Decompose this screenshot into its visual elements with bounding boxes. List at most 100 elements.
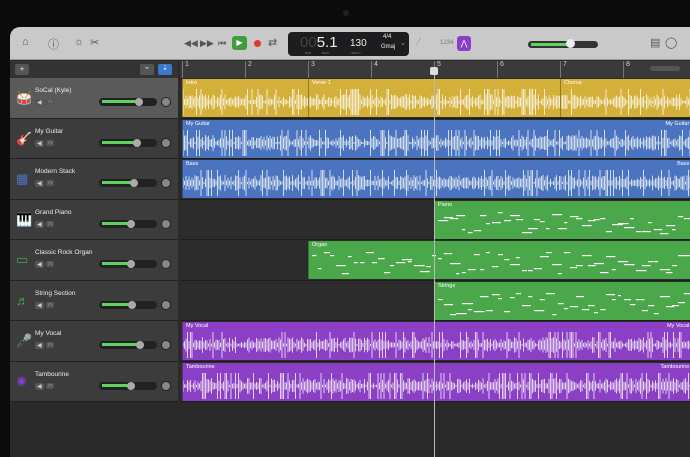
- headphones-solo-button[interactable]: ∩: [46, 99, 55, 105]
- region-label-end: Tambourine: [660, 363, 690, 370]
- region[interactable]: Intro: [182, 79, 308, 117]
- region[interactable]: Strings: [434, 281, 690, 320]
- track-name: Grand Piano: [35, 208, 72, 216]
- record-button[interactable]: [254, 40, 261, 47]
- waveform: [183, 332, 690, 358]
- tuner-button[interactable]: ⋀: [457, 36, 471, 51]
- track-header[interactable]: ▦ Modern Stack ◀ ∩: [10, 159, 178, 200]
- mute-button[interactable]: ◀: [35, 261, 44, 268]
- region[interactable]: Organ: [308, 241, 690, 279]
- region[interactable]: Piano: [434, 200, 690, 239]
- headphones-solo-button[interactable]: ∩: [46, 139, 55, 146]
- headphones-solo-button[interactable]: ∩: [46, 342, 55, 348]
- help-icon[interactable]: ⓘ: [48, 36, 59, 52]
- tambourine-icon: ✺: [16, 373, 27, 389]
- pan-knob[interactable]: [161, 340, 171, 350]
- track-header[interactable]: ▭ Classic Rock Organ ◀ ∩: [10, 240, 178, 281]
- track-lane: Tambourine Tambourine: [180, 361, 690, 402]
- metronome-icon[interactable]: ⁄: [418, 36, 420, 48]
- mute-button[interactable]: ◀: [35, 180, 44, 187]
- mute-button[interactable]: ◀: [35, 220, 44, 228]
- midi-notes: [438, 211, 690, 234]
- track-name: My Guitar: [35, 127, 64, 135]
- playhead[interactable]: [434, 67, 435, 457]
- lcd-signature: 4/4: [383, 34, 392, 40]
- region[interactable]: My Vocal My Vocal: [182, 322, 690, 360]
- notepad-icon[interactable]: ▤: [650, 36, 660, 49]
- mute-button[interactable]: ◀: [35, 139, 44, 147]
- headphones-solo-button[interactable]: ∩: [46, 180, 55, 186]
- add-track-button[interactable]: +: [15, 64, 29, 75]
- loop-browser-icon[interactable]: ◯: [665, 36, 677, 49]
- ruler-bar-number: 4: [371, 61, 378, 78]
- play-button[interactable]: ▶: [232, 36, 247, 50]
- region[interactable]: Tambourine Tambourine: [182, 362, 690, 401]
- track-lane: My Guitar My Guitar: [180, 118, 690, 159]
- playhead-handle[interactable]: [430, 67, 438, 75]
- track-header[interactable]: 🥁 SoCal (Kyle) ◀ ∩: [10, 78, 178, 119]
- region-label: Verse 1: [312, 80, 331, 86]
- library-icon[interactable]: ⌂: [22, 36, 29, 48]
- track-header[interactable]: 🎸 My Guitar ◀ ∩: [10, 118, 178, 159]
- cycle-icon[interactable]: ⇄: [268, 36, 277, 49]
- track-volume-slider[interactable]: [99, 179, 157, 187]
- track-volume-slider[interactable]: [99, 381, 157, 390]
- region[interactable]: Chorus: [560, 79, 690, 117]
- region-label-end: My Guitar: [665, 120, 690, 127]
- ruler-bar-number: 1: [182, 61, 189, 78]
- lcd-bar-label: BAR: [305, 51, 312, 55]
- lcd-beat-label: BEAT: [322, 51, 330, 55]
- waveform: [183, 89, 308, 115]
- mute-button[interactable]: ◀: [35, 382, 44, 390]
- master-volume-slider[interactable]: [528, 39, 598, 48]
- mute-button[interactable]: ◀: [35, 342, 44, 349]
- track-volume-slider[interactable]: [99, 98, 157, 106]
- go-to-beginning-icon[interactable]: ⏮: [218, 38, 226, 49]
- track-volume-slider[interactable]: [99, 219, 157, 228]
- midi-notes: [312, 252, 690, 275]
- mute-button[interactable]: ◀: [35, 301, 44, 309]
- track-header[interactable]: 🎹 Grand Piano ◀ ∩: [10, 199, 178, 240]
- pan-knob[interactable]: [161, 97, 171, 107]
- editors-icon[interactable]: ✂: [90, 36, 99, 49]
- organ-icon: ▭: [16, 252, 29, 267]
- fast-forward-icon[interactable]: ▶▶: [200, 38, 214, 49]
- pan-knob[interactable]: [161, 137, 171, 148]
- track-volume-slider[interactable]: [99, 341, 157, 349]
- pan-knob[interactable]: [161, 259, 171, 269]
- track-name: Tambourine: [35, 370, 69, 378]
- headphones-solo-button[interactable]: ∩: [46, 382, 55, 389]
- headphones-solo-button[interactable]: ∩: [46, 301, 55, 308]
- region[interactable]: Bass Bass: [182, 160, 690, 198]
- tracks-area: Intro Verse 1 Chorus My Guitar My Guitar Bass…: [180, 78, 690, 402]
- track-header[interactable]: ♬ String Section ◀ ∩: [10, 280, 178, 321]
- chevron-down-icon[interactable]: ⌄: [400, 39, 406, 47]
- zoom-slider[interactable]: [650, 66, 680, 71]
- smart-controls-icon[interactable]: ☼: [74, 36, 84, 48]
- lcd-tempo: 130: [350, 38, 367, 49]
- automation-button[interactable]: ⌁: [140, 64, 154, 75]
- smart-tempo-button[interactable]: ⇣: [158, 64, 172, 75]
- ruler-bar-number: 2: [245, 61, 252, 78]
- track-volume-slider[interactable]: [99, 260, 157, 268]
- lcd-display[interactable]: 005.1 BAR BEAT 130 TEMPO 4/4 Gmaj ⌄: [288, 32, 409, 56]
- pan-knob[interactable]: [161, 380, 171, 391]
- rewind-icon[interactable]: ◀◀: [184, 38, 198, 49]
- track-volume-slider[interactable]: [99, 138, 157, 147]
- track-header[interactable]: ✺ Tambourine ◀ ∩: [10, 361, 178, 402]
- region-label: Strings: [438, 282, 456, 289]
- track-header[interactable]: 🎤 My Vocal ◀ ∩: [10, 321, 178, 362]
- region-label: Organ: [312, 242, 328, 248]
- piano-icon: 🎹: [16, 211, 33, 227]
- track-volume-slider[interactable]: [99, 300, 157, 309]
- pan-knob[interactable]: [161, 178, 171, 188]
- track-name: Modern Stack: [35, 168, 76, 175]
- mute-button[interactable]: ◀: [35, 99, 44, 106]
- track-header-bar: + ⌁ ⇣: [10, 61, 178, 78]
- headphones-solo-button[interactable]: ∩: [46, 220, 55, 227]
- pan-knob[interactable]: [161, 218, 171, 229]
- pan-knob[interactable]: [161, 299, 171, 310]
- count-in-button[interactable]: 1234: [440, 40, 453, 46]
- region[interactable]: My Guitar My Guitar: [182, 119, 690, 158]
- headphones-solo-button[interactable]: ∩: [46, 261, 55, 267]
